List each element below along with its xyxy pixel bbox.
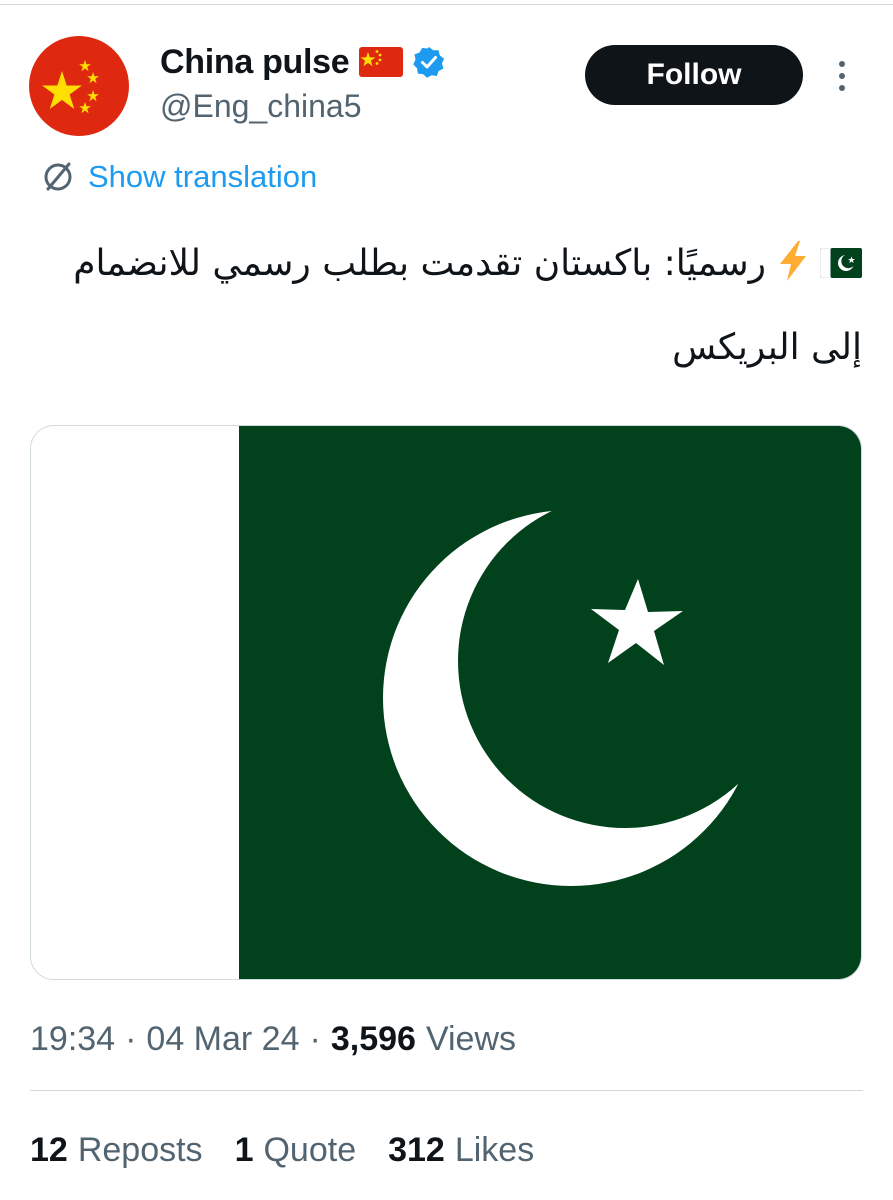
engagement-stats: 12 Reposts 1 Quote 312 Likes (30, 1125, 566, 1175)
quotes-stat[interactable]: 1 Quote (235, 1131, 357, 1170)
likes-stat[interactable]: 312 Likes (388, 1131, 534, 1170)
author-name-row: China pulse (160, 40, 445, 84)
translate-icon (40, 159, 76, 195)
tweet-meta: 19:34 · 04 Mar 24 · 3,596 Views (30, 1015, 516, 1063)
more-options-icon[interactable] (832, 56, 852, 96)
views-count: 3,596 (330, 1019, 416, 1058)
tweet-text: رسميًا: باكستان تقدمت بطلب رسمي للانضمام… (30, 222, 863, 390)
follow-button[interactable]: Follow (585, 45, 803, 105)
author-handle[interactable]: @Eng_china5 (160, 88, 362, 125)
reposts-count: 12 (30, 1130, 68, 1169)
author-display-name[interactable]: China pulse (160, 43, 350, 82)
pakistan-flag-image[interactable] (30, 425, 862, 980)
likes-count: 312 (388, 1130, 445, 1169)
show-translation-link[interactable]: Show translation (40, 155, 317, 199)
likes-label: Likes (454, 1130, 535, 1169)
reposts-stat[interactable]: 12 Reposts (30, 1131, 203, 1170)
top-divider (0, 4, 893, 5)
tweet-body-text: رسميًا: باكستان تقدمت بطلب رسمي للانضمام… (73, 243, 862, 368)
tweet-time[interactable]: 19:34 (30, 1020, 115, 1059)
quotes-label: Quote (263, 1130, 357, 1169)
author-avatar[interactable] (29, 36, 129, 136)
quotes-count: 1 (234, 1130, 254, 1169)
verified-badge-icon (413, 46, 445, 78)
tweet-date[interactable]: 04 Mar 24 (146, 1020, 299, 1059)
views-label: Views (425, 1019, 517, 1058)
meta-separator: · (125, 1019, 137, 1058)
reposts-label: Reposts (77, 1130, 203, 1169)
china-flag-icon (359, 47, 404, 77)
lightning-icon (776, 229, 810, 281)
china-flag-avatar-icon (29, 36, 129, 136)
pakistan-flag-icon (819, 225, 863, 279)
meta-separator: · (309, 1019, 321, 1058)
stats-divider (30, 1090, 863, 1091)
show-translation-label[interactable]: Show translation (88, 159, 317, 195)
